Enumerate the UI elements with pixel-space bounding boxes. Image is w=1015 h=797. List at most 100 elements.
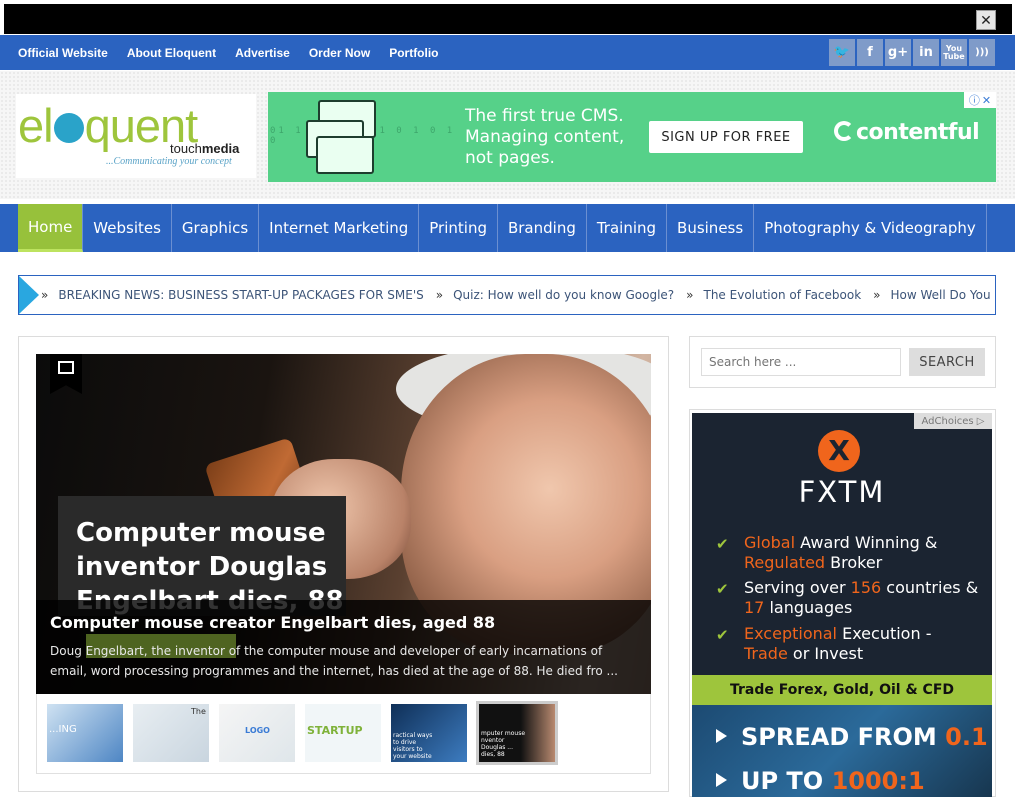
slide-title[interactable]: Computer mouse creator Engelbart dies, a…: [50, 613, 495, 632]
nav-branding[interactable]: Branding: [498, 204, 587, 252]
browser-windows-icon: 01 1 0 0 1 0 1 0 1 0 1 0: [270, 100, 452, 174]
banner-line-1: The first true CMS.: [465, 106, 624, 126]
fxtm-logo-mark: X: [828, 434, 850, 467]
top-nav-links: Official Website About Eloquent Advertis…: [8, 35, 448, 70]
text: Execution -: [837, 624, 932, 643]
social-icons: 🐦 f g+ in You Tube ))): [829, 39, 995, 66]
ticker-items: » BREAKING NEWS: BUSINESS START-UP PACKAG…: [41, 276, 995, 314]
contentful-wordmark: contentful: [856, 120, 980, 145]
logo-sub-b: media: [201, 141, 240, 156]
nav-photography-videography[interactable]: Photography & Videography: [754, 204, 987, 252]
adchoices-badge[interactable]: AdChoices ▷: [914, 413, 992, 429]
fxtm-logo-icon: X: [818, 430, 860, 472]
info-icon[interactable]: ⓘ: [969, 92, 980, 108]
nav-graphics[interactable]: Graphics: [172, 204, 260, 252]
top-link-order-now[interactable]: Order Now: [309, 46, 370, 60]
top-link-portfolio[interactable]: Portfolio: [389, 46, 438, 60]
ticker-separator: »: [435, 288, 444, 302]
banner-line-3: not pages.: [465, 148, 555, 168]
thumbnail-label: STARTUP: [307, 724, 363, 737]
close-icon[interactable]: ✕: [976, 10, 996, 30]
youtube-icon[interactable]: You Tube: [941, 39, 967, 66]
fxtm-ad[interactable]: AdChoices ▷ X FXTM ✔ Global Award Winnin…: [692, 413, 992, 797]
ticker-item[interactable]: » The Evolution of Facebook: [686, 288, 861, 302]
news-ticker: » BREAKING NEWS: BUSINESS START-UP PACKAG…: [18, 275, 996, 315]
highlight: 156: [850, 578, 882, 597]
slide-caption[interactable]: Computer mouse creator Engelbart dies, a…: [36, 600, 651, 694]
thumbnail[interactable]: LOGO: [219, 704, 295, 762]
logo-subtitle: touchmedia: [170, 141, 239, 156]
check-icon: ✔: [716, 535, 729, 553]
twitter-icon[interactable]: 🐦: [829, 39, 855, 66]
slide-excerpt: Doug Engelbart, the inventor of the comp…: [50, 644, 618, 678]
spread-label: SPREAD FROM: [741, 723, 946, 751]
featured-slide-image[interactable]: Computer mouse inventor Douglas Engelbar…: [36, 354, 651, 694]
linkedin-icon[interactable]: in: [913, 39, 939, 66]
ticker-item[interactable]: » Quiz: How well do you know Google?: [436, 288, 674, 302]
upto-value: 1000:1: [831, 767, 925, 795]
logo-sub-a: touch: [170, 141, 202, 156]
nav-business[interactable]: Business: [667, 204, 755, 252]
spread-value: 0.1: [945, 723, 988, 751]
rss-icon[interactable]: ))): [969, 39, 995, 66]
ticker-text[interactable]: Quiz: How well do you know Google?: [453, 288, 674, 302]
contentful-c-icon: [834, 121, 854, 141]
search-widget: SEARCH: [689, 336, 996, 388]
play-icon: [716, 729, 727, 743]
search-input[interactable]: [701, 348, 901, 376]
top-link-official-website[interactable]: Official Website: [18, 46, 108, 60]
text: Serving over: [744, 578, 851, 597]
leverage-line: UP TO 1000:1: [716, 767, 925, 795]
highlight: 17: [744, 598, 765, 617]
main-nav-bar: Home Websites Graphics Internet Marketin…: [0, 204, 1015, 252]
ticker-text[interactable]: The Evolution of Facebook: [704, 288, 862, 302]
ticker-text[interactable]: How Well Do You Kn: [891, 288, 995, 302]
thumbnail-label: The: [191, 707, 206, 716]
sign-up-button[interactable]: SIGN UP FOR FREE: [649, 121, 803, 153]
thumbnail-selected[interactable]: mputer mouse nventor Douglas ... dies, 8…: [476, 701, 558, 765]
ad-info-close[interactable]: ⓘ ✕: [964, 92, 996, 108]
logo-prefix: el: [18, 99, 54, 152]
nav-internet-marketing[interactable]: Internet Marketing: [259, 204, 420, 252]
top-link-about[interactable]: About Eloquent: [127, 46, 216, 60]
thumbnail[interactable]: The: [133, 704, 209, 762]
search-button[interactable]: SEARCH: [909, 348, 985, 376]
window-shape: [316, 136, 374, 174]
facebook-icon[interactable]: f: [857, 39, 883, 66]
nav-printing[interactable]: Printing: [419, 204, 498, 252]
slider-thumbnails: ...ING The LOGO STARTUP ractical ways to…: [36, 694, 651, 774]
thumbnail-label: ractical ways to drive visitors to your …: [393, 732, 433, 760]
ticker-item[interactable]: » BREAKING NEWS: BUSINESS START-UP PACKAG…: [41, 288, 424, 302]
contentful-logo: contentful: [834, 120, 980, 145]
fxtm-feature-text: Serving over 156 countries & 17 language…: [744, 578, 978, 618]
upto-label: UP TO: [741, 767, 832, 795]
highlight: Regulated: [744, 553, 826, 572]
main-nav-items: Home Websites Graphics Internet Marketin…: [18, 204, 987, 252]
text: or Invest: [787, 644, 864, 663]
top-link-advertise[interactable]: Advertise: [235, 46, 290, 60]
top-ad-strip: [4, 4, 1012, 34]
highlight: Trade: [744, 644, 788, 663]
check-icon: ✔: [716, 580, 729, 598]
ticker-arrow-icon: [19, 276, 39, 314]
nav-training[interactable]: Training: [587, 204, 668, 252]
thumbnail[interactable]: STARTUP: [305, 704, 381, 762]
highlight: Exceptional: [744, 624, 837, 643]
thumbnail[interactable]: ...ING: [47, 704, 123, 762]
ticker-item[interactable]: » How Well Do You Kn: [873, 288, 995, 302]
top-nav-bar: Official Website About Eloquent Advertis…: [0, 35, 1015, 70]
article-icon: [58, 361, 74, 374]
thumbnail[interactable]: ractical ways to drive visitors to your …: [391, 704, 467, 762]
banner-ad[interactable]: 01 1 0 0 1 0 1 0 1 0 1 0 The first true …: [268, 92, 996, 182]
text: languages: [764, 598, 853, 617]
ticker-separator: »: [873, 288, 881, 302]
google-plus-icon[interactable]: g+: [885, 39, 911, 66]
site-logo[interactable]: el quent touchmedia ...Communicating your…: [16, 94, 256, 178]
fxtm-lower-panel: SPREAD FROM 0.1 UP TO 1000:1: [692, 705, 992, 797]
close-icon[interactable]: ✕: [982, 94, 991, 107]
check-icon: ✔: [716, 626, 729, 644]
nav-home[interactable]: Home: [18, 204, 84, 252]
nav-websites[interactable]: Websites: [83, 204, 172, 252]
thumbnail-label: mputer mouse nventor Douglas ... dies, 8…: [481, 730, 526, 758]
ticker-text[interactable]: BREAKING NEWS: BUSINESS START-UP PACKAGE…: [58, 288, 423, 302]
